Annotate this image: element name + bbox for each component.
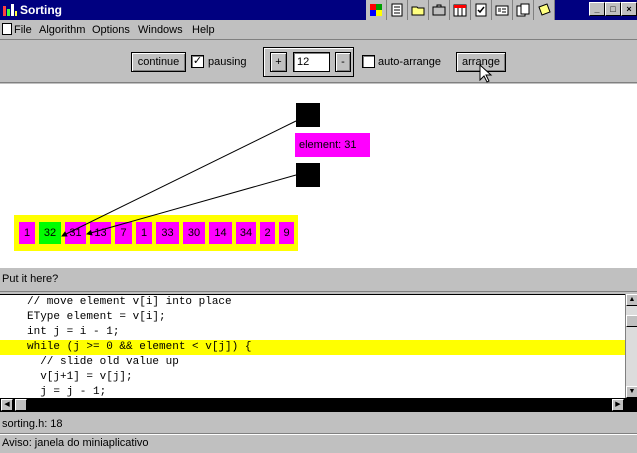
menu-bar: File Algorithm Options Windows Help (0, 20, 637, 40)
pausing-checkbox[interactable]: ✓ (191, 55, 204, 68)
mouse-cursor-icon (479, 64, 493, 83)
briefcase-icon[interactable] (429, 0, 450, 20)
scroll-down-button[interactable]: ▼ (626, 386, 637, 398)
calendar-icon[interactable] (450, 0, 471, 20)
step-value-field[interactable]: 12 (293, 52, 330, 72)
pointer-arrows (61, 120, 297, 237)
auto-arrange-checkbox[interactable] (362, 55, 375, 68)
menu-options[interactable]: Options (92, 24, 130, 36)
code-line: // slide old value up (27, 356, 179, 368)
flag-icon[interactable] (366, 0, 387, 20)
vertical-scroll-thumb[interactable] (626, 315, 637, 327)
menu-file[interactable]: File (14, 24, 32, 36)
scroll-right-button[interactable]: ▶ (612, 399, 624, 411)
app-icon[interactable] (2, 2, 18, 18)
arrow-j (86, 174, 297, 236)
auto-arrange-label: auto-arrange (378, 56, 441, 68)
horizontal-scrollbar[interactable]: ◀ ▶ (0, 398, 637, 412)
control-toolbar: continue ✓ pausing + 12 - auto-arrange a… (0, 41, 637, 83)
document-icon[interactable] (2, 23, 12, 35)
close-button[interactable]: × (621, 2, 637, 16)
step-increase-button[interactable]: + (270, 52, 287, 72)
horizontal-scroll-thumb[interactable] (15, 399, 27, 411)
title-bar: Sorting _ □ × (0, 0, 637, 20)
sort-visualization: element: 31 1 32 31 13 7 1 33 30 14 34 2… (0, 84, 637, 268)
continue-button[interactable]: continue (131, 52, 186, 72)
code-line: v[j+1] = v[j]; (27, 371, 133, 383)
notepad-icon[interactable] (387, 0, 408, 20)
folder-icon[interactable] (408, 0, 429, 20)
pausing-label: pausing (208, 56, 247, 68)
scroll-left-button[interactable]: ◀ (1, 399, 13, 411)
code-line: // move element v[i] into place (27, 296, 232, 308)
code-line-current: while (j >= 0 && element < v[j]) { (0, 340, 625, 355)
code-line: EType element = v[i]; (27, 311, 166, 323)
menu-algorithm[interactable]: Algorithm (39, 24, 85, 36)
code-line: j = j - 1; (27, 386, 107, 398)
prompt-bar: Put it here? (0, 268, 637, 292)
minimize-button[interactable]: _ (589, 2, 605, 16)
window-title: Sorting (20, 3, 62, 17)
checklist-icon[interactable] (471, 0, 492, 20)
applet-warning: Aviso: janela do miniaplicativo (2, 437, 149, 449)
card-icon[interactable] (492, 0, 513, 20)
docs-icon[interactable] (513, 0, 534, 20)
source-code-pane[interactable]: // move element v[i] into place EType el… (0, 294, 625, 398)
scroll-up-button[interactable]: ▲ (626, 294, 637, 306)
menu-help[interactable]: Help (192, 24, 215, 36)
arrow-i (61, 120, 297, 237)
file-status-bar: sorting.h: 18 (0, 413, 637, 434)
code-line: int j = i - 1; (27, 326, 120, 338)
vertical-scrollbar[interactable]: ▲ ▼ (625, 294, 637, 400)
file-line-indicator: sorting.h: 18 (2, 418, 63, 430)
step-decrease-button[interactable]: - (335, 52, 351, 72)
menu-windows[interactable]: Windows (138, 24, 183, 36)
maximize-button[interactable]: □ (605, 2, 621, 16)
prompt-text: Put it here? (2, 273, 59, 285)
note-icon[interactable] (534, 0, 555, 20)
taskbar-tray (366, 0, 555, 20)
applet-status-bar: Aviso: janela do miniaplicativo (0, 434, 637, 453)
